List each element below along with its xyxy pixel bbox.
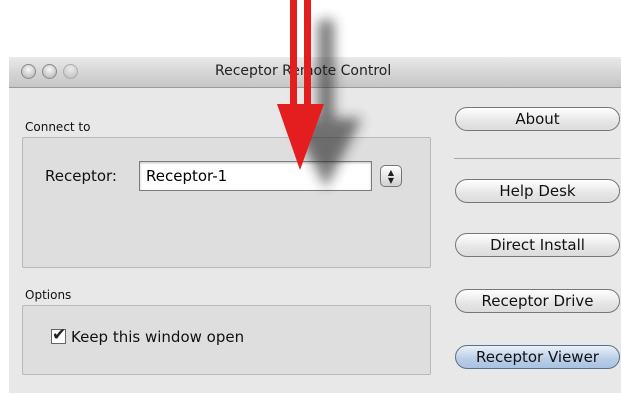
red-down-arrow-icon	[277, 0, 362, 188]
